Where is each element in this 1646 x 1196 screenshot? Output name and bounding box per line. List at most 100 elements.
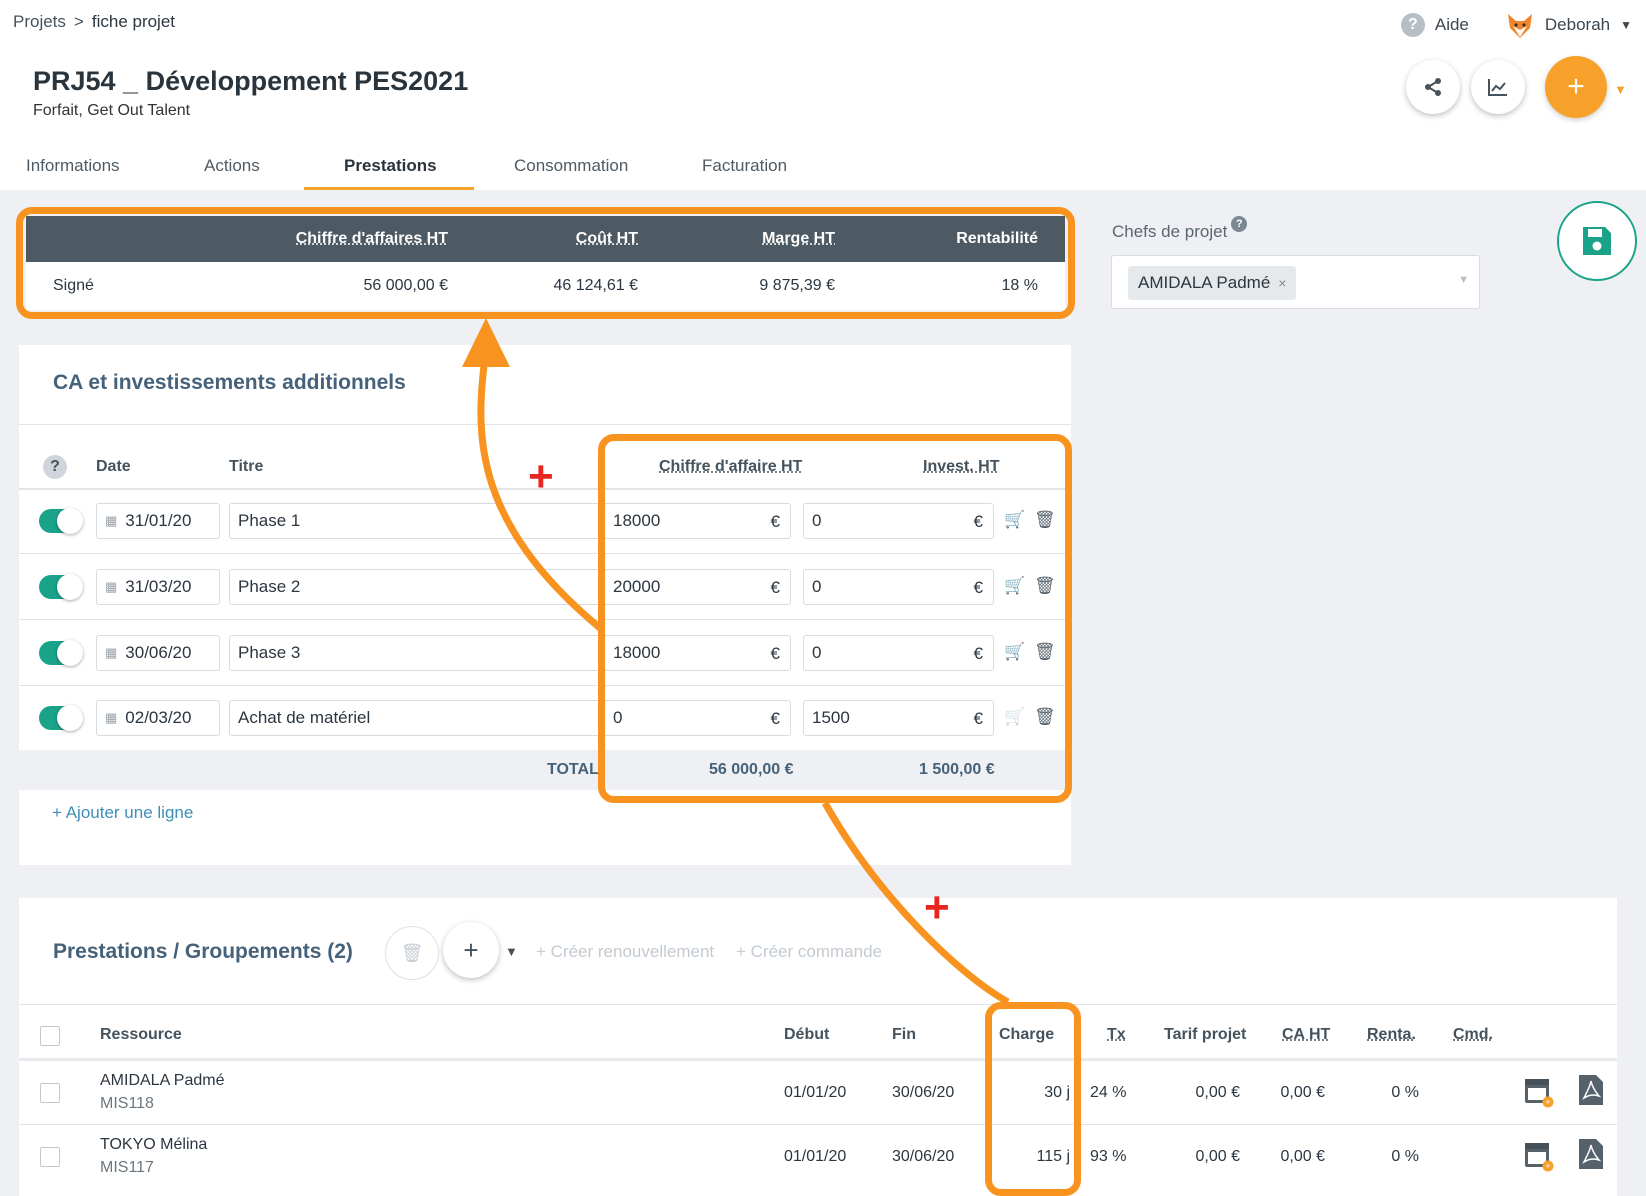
- resource-code: MIS117: [100, 1159, 154, 1176]
- row-checkbox[interactable]: [40, 1147, 60, 1167]
- save-button[interactable]: [1557, 201, 1637, 281]
- calendar-icon: ▦: [105, 645, 118, 660]
- calendar-edit-icon[interactable]: +: [1524, 1074, 1554, 1108]
- tarif-value: 0,00 €: [1195, 1148, 1240, 1165]
- add-button[interactable]: +: [1545, 56, 1607, 118]
- ca-value: 0,00 €: [1280, 1084, 1325, 1101]
- add-line-link[interactable]: + Ajouter une ligne: [52, 803, 193, 823]
- page-title: PRJ54 _ Développement PES2021: [33, 66, 469, 96]
- chevron-down-icon[interactable]: ▼: [505, 944, 518, 959]
- date-input[interactable]: ▦ 31/01/20: [96, 503, 220, 539]
- tab-bar: Informations Actions Prestations Consomm…: [0, 150, 834, 190]
- save-icon: [1583, 227, 1611, 255]
- breadcrumb-current: fiche projet: [91, 12, 176, 31]
- tab-consommation[interactable]: Consommation: [474, 150, 664, 190]
- col-ressource: Ressource: [100, 1026, 182, 1043]
- fox-avatar-icon: [1507, 14, 1532, 38]
- breadcrumb-root[interactable]: Projets: [13, 12, 66, 32]
- col-debut: Début: [784, 1026, 830, 1043]
- resource-code: MIS118: [100, 1095, 154, 1112]
- debut-value: 01/01/20: [784, 1084, 847, 1101]
- date-input[interactable]: ▦ 31/03/20: [96, 569, 220, 605]
- plus-icon: +: [1567, 70, 1585, 103]
- pdf-icon[interactable]: [1578, 1074, 1604, 1106]
- date-input[interactable]: ▦ 30/06/20: [96, 635, 220, 671]
- chef-tag: AMIDALA Padmé ×: [1128, 266, 1297, 300]
- help-icon[interactable]: ?: [1231, 216, 1248, 232]
- ca-section-title: CA et investissements additionnels: [53, 371, 406, 394]
- chefs-select[interactable]: AMIDALA Padmé × ▼: [1111, 255, 1480, 309]
- row-toggle[interactable]: [39, 508, 83, 534]
- breadcrumb: Projets > fiche projet: [13, 12, 175, 32]
- calendar-icon: ▦: [105, 513, 118, 528]
- row-toggle[interactable]: [39, 640, 83, 666]
- col-titre: Titre: [229, 458, 264, 475]
- total-label: TOTAL: [547, 761, 599, 778]
- renew-link[interactable]: + Créer renouvellement: [536, 942, 714, 962]
- row-toggle[interactable]: [39, 574, 83, 600]
- divider: [19, 1004, 1617, 1005]
- remove-tag-icon[interactable]: ×: [1278, 275, 1286, 291]
- col-tarif: Tarif projet: [1164, 1026, 1247, 1043]
- tarif-value: 0,00 €: [1195, 1084, 1240, 1101]
- user-menu[interactable]: Deborah ▼: [1505, 10, 1632, 40]
- titre-input[interactable]: Achat de matériel: [229, 700, 614, 736]
- delete-button[interactable]: 🗑: [385, 926, 439, 980]
- debut-value: 01/01/20: [784, 1148, 847, 1165]
- tx-value: 93 %: [1090, 1148, 1127, 1165]
- col-ca-ht: CA HT: [1282, 1026, 1331, 1043]
- plus-icon: +: [463, 934, 479, 965]
- select-all-checkbox[interactable]: [40, 1026, 60, 1046]
- titre-input[interactable]: Phase 1: [229, 503, 614, 539]
- pdf-icon[interactable]: [1578, 1138, 1604, 1170]
- share-button[interactable]: [1406, 60, 1460, 114]
- annotation-highlight-amounts: [598, 434, 1072, 803]
- titre-input[interactable]: Phase 2: [229, 569, 614, 605]
- help-icon: ?: [1400, 13, 1425, 37]
- divider: [19, 1124, 1617, 1125]
- chart-button[interactable]: [1471, 60, 1525, 114]
- calendar-icon: ▦: [105, 710, 118, 725]
- row-toggle[interactable]: [39, 705, 83, 731]
- calendar-edit-icon[interactable]: +: [1524, 1138, 1554, 1172]
- prestations-card: Prestations / Groupements (2) 🗑 + ▼ + Cr…: [19, 898, 1617, 1196]
- resource-name[interactable]: TOKYO Mélina: [100, 1136, 207, 1154]
- order-link[interactable]: + Créer commande: [736, 942, 882, 962]
- tx-value: 24 %: [1090, 1084, 1127, 1101]
- help-link[interactable]: ? Aide: [1400, 13, 1469, 37]
- fin-value: 30/06/20: [892, 1148, 955, 1165]
- share-icon: [1425, 78, 1441, 96]
- titre-input[interactable]: Phase 3: [229, 635, 614, 671]
- chart-icon: [1488, 79, 1507, 96]
- add-dropdown-chevron-icon[interactable]: ▼: [1614, 82, 1627, 97]
- tab-facturation[interactable]: Facturation: [664, 150, 834, 190]
- divider: [19, 424, 1071, 425]
- add-prestation-button[interactable]: +: [443, 922, 499, 978]
- col-cmd: Cmd.: [1453, 1026, 1493, 1043]
- col-fin: Fin: [892, 1026, 916, 1043]
- annotation-highlight-charge: [985, 1002, 1081, 1196]
- col-renta: Renta.: [1367, 1026, 1416, 1043]
- tab-informations[interactable]: Informations: [0, 150, 152, 190]
- divider: [19, 1058, 1617, 1061]
- topbar-right: ? Aide Deborah ▼: [1400, 10, 1632, 40]
- chevron-down-icon: ▼: [1620, 18, 1632, 32]
- help-icon[interactable]: ?: [43, 455, 67, 479]
- col-tx: Tx: [1107, 1026, 1126, 1043]
- page-subtitle: Forfait, Get Out Talent: [33, 102, 191, 119]
- tab-actions[interactable]: Actions: [152, 150, 304, 190]
- chefs-label: Chefs de projet: [1112, 222, 1228, 241]
- date-input[interactable]: ▦ 02/03/20: [96, 700, 220, 736]
- chevron-down-icon: ▼: [1458, 274, 1469, 286]
- col-date: Date: [96, 458, 131, 475]
- annotation-highlight-summary: [16, 207, 1075, 319]
- svg-text:+: +: [1545, 1161, 1550, 1171]
- chef-tag-label: AMIDALA Padmé: [1138, 273, 1271, 292]
- row-checkbox[interactable]: [40, 1083, 60, 1103]
- help-label: Aide: [1434, 15, 1469, 34]
- breadcrumb-separator: >: [73, 12, 84, 31]
- annotation-plus-icon: +: [924, 883, 950, 932]
- tab-prestations[interactable]: Prestations: [304, 150, 474, 190]
- resource-name[interactable]: AMIDALA Padmé: [100, 1072, 225, 1090]
- user-name: Deborah: [1544, 15, 1611, 34]
